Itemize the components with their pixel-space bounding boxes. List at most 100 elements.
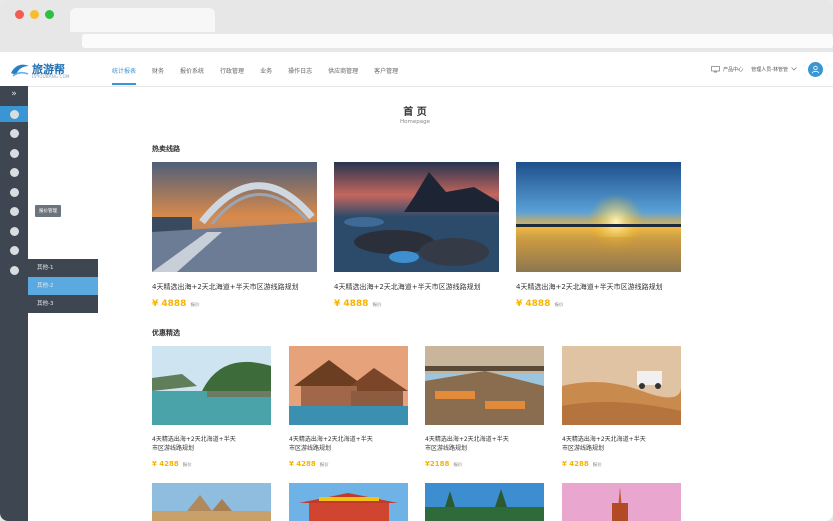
deal-card-image[interactable] [152, 483, 271, 521]
nav-item-customers[interactable]: 客户管理 [374, 52, 398, 86]
product-center-label: 产品中心 [723, 66, 744, 73]
logo[interactable]: 旅游帮 LVYOUBANG.COM [10, 59, 70, 81]
price-row: ¥ 4288 报价 [562, 460, 681, 468]
price-row: ¥ 4288 报价 [289, 460, 408, 468]
address-bar[interactable] [82, 34, 833, 48]
circle-icon [9, 226, 19, 236]
nav-item-admin[interactable]: 行政管理 [220, 52, 244, 86]
product-center-link[interactable]: 产品中心 [711, 65, 744, 73]
deal-card-4[interactable]: 4天精选出海+2天北海道+半天 市区游线路规划 ¥ 4288 报价 [562, 346, 681, 468]
sidebar-item-3[interactable] [0, 145, 28, 161]
deal-card-title-line1: 4天精选出海+2天北海道+半天 [152, 436, 236, 443]
price-row: ¥2188 报价 [425, 460, 544, 468]
price-tag: 报价 [372, 303, 382, 308]
nav-item-business[interactable]: 业务 [260, 52, 272, 86]
hot-card-image[interactable] [516, 162, 681, 272]
sidebar-item-1[interactable] [0, 106, 28, 122]
price-row: ¥ 4888 报价 [516, 299, 681, 309]
hot-card-1[interactable]: 4天精选出海+2天北海道+半天市区游线路规划 ¥ 4888 报价 [152, 162, 317, 309]
hot-card-2[interactable]: 4天精选出海+2天北海道+半天市区游线路规划 ¥ 4888 报价 [334, 162, 499, 309]
top-header: 旅游帮 LVYOUBANG.COM 统计报表 财务 报价系统 行政管理 业务 操… [0, 52, 833, 87]
deal-card-8[interactable] [562, 483, 681, 521]
page-subtitle: Homepage [400, 119, 430, 125]
deal-card-title-line1: 4天精选出海+2天北海道+半天 [425, 436, 509, 443]
deal-card-title[interactable]: 4天精选出海+2天北海道+半天 市区游线路规划 [562, 435, 681, 453]
sidebar-item-7[interactable] [0, 223, 28, 239]
price-tag: 报价 [190, 303, 200, 308]
deal-card-image[interactable] [562, 483, 681, 521]
user-name: 管理人员-林管管 [751, 66, 788, 73]
price-value: ¥ 4888 [334, 299, 369, 309]
sidebar-item-5[interactable] [0, 184, 28, 200]
deal-card-title[interactable]: 4天精选出海+2天北海道+半天 市区游线路规划 [152, 435, 271, 453]
sidebar-item-6[interactable] [0, 203, 28, 219]
section-title-hot: 热卖线路 [152, 145, 180, 153]
page-title: 首 页 [403, 107, 427, 118]
price-value: ¥ 4288 [152, 460, 179, 468]
sidebar-item-4[interactable] [0, 164, 28, 180]
chevron-down-icon [791, 67, 797, 71]
circle-icon [9, 148, 19, 158]
hot-card-image[interactable] [152, 162, 317, 272]
deal-card-3[interactable]: 4天精选出海+2天北海道+半天 市区游线路规划 ¥2188 报价 [425, 346, 544, 468]
section-title-deals: 优惠精选 [152, 329, 180, 337]
submenu-item-other-2[interactable]: 其他-2 [28, 277, 98, 295]
deal-card-image[interactable] [289, 483, 408, 521]
sidebar-item-8[interactable] [0, 242, 28, 258]
nav-item-quote-system[interactable]: 报价系统 [180, 52, 204, 86]
deal-card-5[interactable] [152, 483, 271, 521]
deal-card-2[interactable]: 4天精选出海+2天北海道+半天 市区游线路规划 ¥ 4288 报价 [289, 346, 408, 468]
sidebar-item-2[interactable] [0, 125, 28, 141]
deal-card-image[interactable] [152, 346, 271, 425]
price-tag: 报价 [319, 463, 329, 468]
deal-card-title[interactable]: 4天精选出海+2天北海道+半天 市区游线路规划 [425, 435, 544, 453]
minimize-window-button[interactable] [30, 10, 39, 19]
deal-card-title-line2: 市区游线路规划 [562, 445, 605, 452]
deal-card-title-line1: 4天精选出海+2天北海道+半天 [289, 436, 373, 443]
browser-tab[interactable] [70, 8, 215, 32]
nav-item-logs[interactable]: 操作日志 [288, 52, 312, 86]
sidebar-expand-button[interactable]: » [0, 86, 28, 102]
browser-titlebar [0, 0, 833, 52]
circle-icon [9, 167, 19, 177]
deal-card-title-line2: 市区游线路规划 [152, 445, 195, 452]
submenu-item-other-1[interactable]: 其他-1 [28, 259, 98, 277]
price-value: ¥2188 [425, 460, 450, 468]
hot-card-image[interactable] [334, 162, 499, 272]
hot-card-3[interactable]: 4天精选出海+2天北海道+半天市区游线路规划 ¥ 4888 报价 [516, 162, 681, 309]
maximize-window-button[interactable] [45, 10, 54, 19]
deal-card-image[interactable] [562, 346, 681, 425]
deal-card-1[interactable]: 4天精选出海+2天北海道+半天 市区游线路规划 ¥ 4288 报价 [152, 346, 271, 468]
deal-card-title[interactable]: 4天精选出海+2天北海道+半天 市区游线路规划 [289, 435, 408, 453]
browser-window: 旅游帮 LVYOUBANG.COM 统计报表 财务 报价系统 行政管理 业务 操… [0, 0, 833, 521]
sidebar-item-9[interactable] [0, 262, 28, 278]
logo-subtext: LVYOUBANG.COM [32, 74, 70, 79]
price-tag: 报价 [182, 463, 192, 468]
circle-icon [9, 128, 19, 138]
deal-card-7[interactable] [425, 483, 544, 521]
hot-card-title[interactable]: 4天精选出海+2天北海道+半天市区游线路规划 [334, 282, 499, 292]
deal-card-6[interactable] [289, 483, 408, 521]
hot-card-title[interactable]: 4天精选出海+2天北海道+半天市区游线路规划 [516, 282, 681, 292]
deal-card-image[interactable] [425, 483, 544, 521]
sidebar-tooltip: 报价管理 [35, 205, 61, 217]
price-tag: 报价 [554, 303, 564, 308]
user-menu[interactable]: 管理人员-林管管 [751, 66, 800, 73]
circle-icon [9, 109, 19, 119]
nav-item-suppliers[interactable]: 供应商管理 [328, 52, 358, 86]
nav-item-finance[interactable]: 财务 [152, 52, 164, 86]
double-chevron-right-icon: » [11, 89, 17, 99]
hot-card-title[interactable]: 4天精选出海+2天北海道+半天市区游线路规划 [152, 282, 317, 292]
price-tag: 报价 [592, 463, 602, 468]
deal-card-image[interactable] [425, 346, 544, 425]
price-value: ¥ 4288 [562, 460, 589, 468]
circle-icon [9, 206, 19, 216]
close-window-button[interactable] [15, 10, 24, 19]
avatar[interactable] [808, 61, 823, 77]
circle-icon [9, 265, 19, 275]
submenu-item-other-3[interactable]: 其他-3 [28, 295, 98, 313]
price-tag: 报价 [453, 463, 463, 468]
sidebar: » [0, 86, 28, 521]
deal-card-image[interactable] [289, 346, 408, 425]
nav-item-stats[interactable]: 统计报表 [112, 52, 137, 86]
